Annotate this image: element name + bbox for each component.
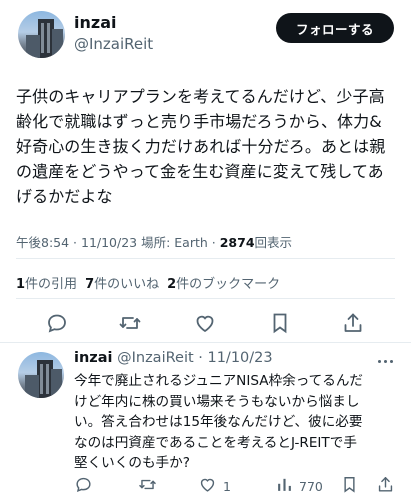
reply-text: 今年で廃止されるジュニアNISA枠余ってるんだ けど年内に株の買い場来そうもない…	[74, 371, 404, 474]
reply-text-line: なのは円資産であることを考えるとJ-REITで手	[74, 434, 357, 451]
like-count: 1	[223, 478, 231, 494]
reply-author-meta[interactable]: @InzaiReit · 11/10/23	[117, 350, 273, 366]
reply-icon[interactable]	[45, 311, 69, 335]
reply-actions: 1 770	[0, 476, 411, 496]
reply-retweet-button[interactable]	[138, 476, 157, 496]
engagement-stats: 1件の引用 7件のいいね 2件のブックマーク	[16, 273, 280, 292]
bookmark-icon[interactable]	[268, 311, 292, 335]
divider	[0, 342, 411, 343]
reply-icon[interactable]	[74, 475, 93, 497]
tweet-meta: 午後8:54 · 11/10/23 場所: Earth · 2874回表示	[16, 232, 292, 251]
share-icon[interactable]	[341, 311, 365, 335]
reply-text-line: い。答え合わせは15年後なんだけど、彼に必要	[74, 414, 363, 430]
follow-button[interactable]: フォローする	[276, 13, 394, 43]
reply-share-button[interactable]	[376, 476, 395, 496]
author-handle[interactable]: @InzaiReit	[74, 35, 153, 53]
reply-text-line: けど年内に株の買い場来そうもないから悩まし	[74, 393, 360, 410]
quotes-stat[interactable]: 1件の引用	[16, 277, 77, 292]
share-icon[interactable]	[376, 475, 395, 497]
bookmark-icon[interactable]	[340, 475, 359, 497]
reply-text-line: 今年で廃止されるジュニアNISA枠余ってるんだ	[74, 373, 364, 389]
bookmarks-stat[interactable]: 2件のブックマーク	[167, 277, 280, 292]
reply-reply-button[interactable]	[74, 476, 93, 496]
tweet-text-line: 好奇心の生き抜く力だけあれば十分だろ。あとは親	[16, 137, 386, 156]
tweet-actions	[0, 311, 411, 335]
views-icon[interactable]	[276, 476, 293, 496]
tweet-text: 子供のキャリアプランを考えてるんだけど、少子高 齢化で就職はずっと売り手市場だろ…	[16, 84, 401, 209]
tweet-text-line: げるかだよな	[16, 187, 113, 206]
reply-text-line: 堅くいくのも手か?	[74, 455, 190, 471]
reply-header: inzai @InzaiReit · 11/10/23	[74, 350, 273, 366]
tweet-text-line: の遺産をどうやって金を生む資産に変えて残してあ	[16, 162, 384, 181]
views-label: 回表示	[254, 235, 293, 250]
avatar[interactable]	[18, 352, 64, 398]
tweet-text-line: 子供のキャリアプランを考えてるんだけど、少子高	[16, 87, 385, 106]
reply-author-name[interactable]: inzai	[74, 350, 113, 366]
views-count: 770	[299, 478, 323, 494]
retweet-icon[interactable]	[118, 311, 142, 335]
reply-like-button[interactable]: 1	[198, 476, 231, 496]
like-icon[interactable]	[198, 475, 217, 497]
views-count: 2874	[219, 235, 255, 250]
avatar[interactable]	[18, 11, 65, 58]
retweet-icon[interactable]	[138, 475, 157, 497]
tweet-text-line: 齢化で就職はずっと売り手市場だろうから、体力&	[16, 112, 382, 131]
divider	[16, 258, 395, 259]
author-name[interactable]: inzai	[74, 13, 116, 32]
more-options-icon[interactable]	[378, 360, 393, 363]
divider	[16, 298, 395, 299]
likes-stat[interactable]: 7件のいいね	[85, 277, 159, 292]
like-icon[interactable]	[193, 311, 217, 335]
reply-bookmark-button[interactable]	[340, 476, 359, 496]
reply-views-button[interactable]: 770	[276, 476, 323, 496]
tweet-timestamp[interactable]: 午後8:54 · 11/10/23 場所: Earth ·	[16, 235, 220, 250]
